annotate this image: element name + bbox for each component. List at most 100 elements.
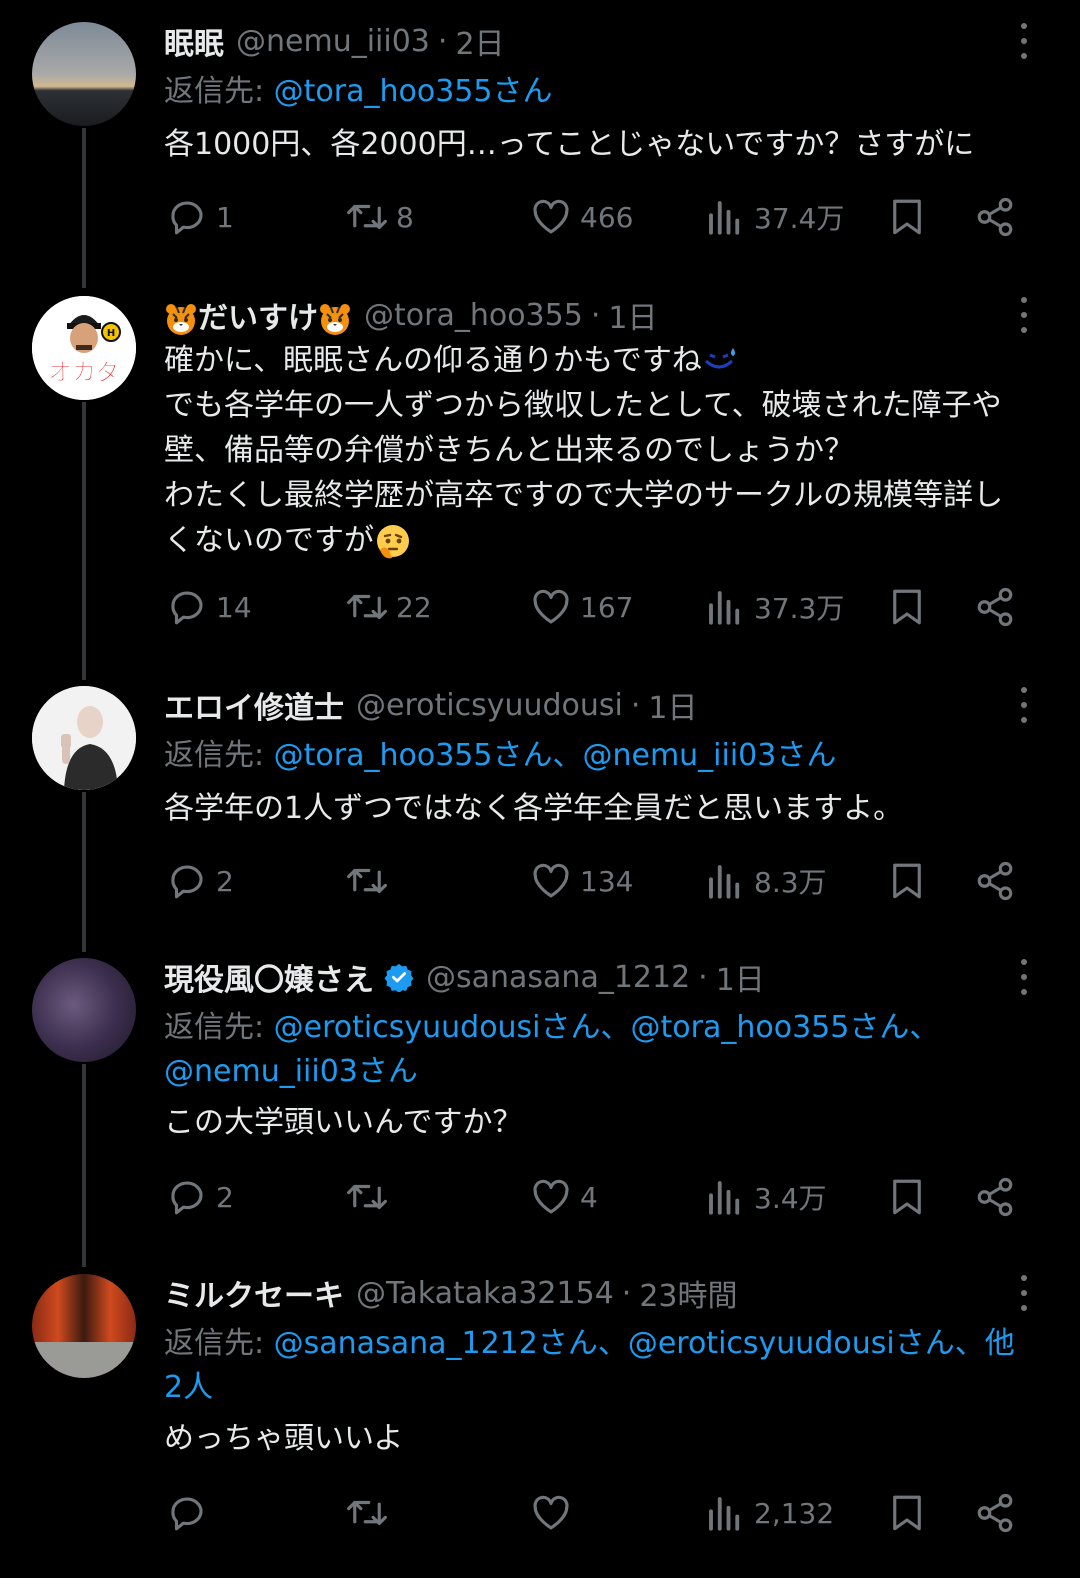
- retweet-button[interactable]: [346, 1172, 396, 1222]
- reply-prefix: 返信先:: [164, 74, 274, 109]
- timestamp[interactable]: 1日: [608, 293, 657, 337]
- views-chart-icon: [709, 201, 740, 235]
- like-button[interactable]: 134: [530, 856, 633, 906]
- like-button[interactable]: [530, 1488, 580, 1538]
- reply-prefix: 返信先:: [164, 1010, 274, 1045]
- retweet-button[interactable]: [346, 856, 396, 906]
- timestamp[interactable]: 2日: [455, 19, 504, 63]
- bookmark-button[interactable]: [886, 582, 928, 632]
- avatar[interactable]: H オカダ: [32, 296, 136, 400]
- tweet-text: 各1000円、各2000円…ってことじゃないですか？さすがに: [164, 122, 1044, 167]
- reply-button[interactable]: 2: [166, 856, 234, 906]
- reply-button[interactable]: 14: [166, 582, 252, 632]
- retweet-button[interactable]: 8: [346, 192, 414, 242]
- reply-mention-link[interactable]: @tora_hoo355さん: [274, 74, 553, 109]
- reply-mention-link[interactable]: @nemu_iii03さん: [164, 1054, 418, 1089]
- views-button[interactable]: 2,132: [704, 1488, 834, 1538]
- display-name[interactable]: だいすけ: [164, 293, 352, 337]
- reply-icon: [171, 1181, 203, 1215]
- action-bar: 2 134 8.3万: [0, 856, 1080, 906]
- share-button[interactable]: [974, 856, 1016, 906]
- reply-to: 返信先: @tora_hoo355さん、@nemu_iii03さん: [164, 734, 1044, 778]
- timestamp[interactable]: 1日: [648, 683, 697, 727]
- tweet-header: エロイ修道士 @eroticsyuudousi · 1日: [164, 680, 698, 730]
- tweet[interactable]: 眠眠 @nemu_iii03 · 2日 返信先: @tora_hoo355さん …: [0, 16, 1080, 256]
- views-chart-icon: [709, 1497, 740, 1531]
- retweet-count: 8: [396, 200, 414, 234]
- reply-count: 14: [216, 590, 252, 624]
- reply-mention-link[interactable]: @tora_hoo355さん、@nemu_iii03さん: [274, 738, 837, 773]
- tweet-text-line: でも各学年の一人ずつから徴収したとして、破壊された障子や: [164, 388, 1002, 423]
- display-name[interactable]: ミルクセーキ: [164, 1271, 344, 1315]
- bookmark-button[interactable]: [886, 856, 928, 906]
- avatar[interactable]: [32, 958, 136, 1062]
- bookmark-icon: [893, 1495, 921, 1531]
- reply-count: 2: [216, 1180, 234, 1214]
- sweat-smile-emoji-icon: [704, 347, 735, 368]
- tweet-header: 眠眠 @nemu_iii03 · 2日: [164, 16, 505, 66]
- tweet-text: めっちゃ頭いいよ: [164, 1416, 1044, 1461]
- timestamp[interactable]: 1日: [716, 955, 765, 999]
- heart-icon: [533, 199, 569, 234]
- tweet-text-line: 確かに、眠眠さんの仰る通りかもですね: [164, 338, 1044, 383]
- retweet-button[interactable]: [346, 1488, 396, 1538]
- share-button[interactable]: [974, 192, 1016, 242]
- share-button[interactable]: [974, 582, 1016, 632]
- avatar[interactable]: [32, 22, 136, 126]
- share-button[interactable]: [974, 1488, 1016, 1538]
- more-options-icon[interactable]: [1014, 1270, 1034, 1316]
- share-button[interactable]: [974, 1172, 1016, 1222]
- user-handle[interactable]: @nemu_iii03: [236, 24, 430, 59]
- retweet-count: 22: [396, 590, 432, 624]
- reply-button[interactable]: [166, 1488, 216, 1538]
- tweet[interactable]: ミルクセーキ @Takataka32154 · 23時間 返信先: @sanas…: [0, 1268, 1080, 1558]
- action-bar: 2 4 3.4万: [0, 1172, 1080, 1222]
- user-handle[interactable]: @tora_hoo355: [364, 298, 583, 333]
- reply-icon: [171, 591, 203, 625]
- reply-to: 返信先: @tora_hoo355さん: [164, 70, 1044, 114]
- reply-mention-link[interactable]: @eroticsyuudousiさん、@tora_hoo355さん、: [274, 1010, 940, 1045]
- user-handle[interactable]: @eroticsyuudousi: [356, 688, 623, 723]
- display-name[interactable]: 現役風〇嬢さえ: [164, 955, 374, 999]
- tweet[interactable]: H オカダ だいすけ @tora_hoo355 · 1日 確かに、眠眠さんの仰る…: [0, 290, 1080, 650]
- reply-mention-link[interactable]: 2人: [164, 1370, 213, 1405]
- bookmark-button[interactable]: [886, 1488, 928, 1538]
- more-options-icon[interactable]: [1014, 292, 1034, 338]
- bookmark-button[interactable]: [886, 192, 928, 242]
- avatar[interactable]: [32, 686, 136, 790]
- tweet[interactable]: エロイ修道士 @eroticsyuudousi · 1日 返信先: @tora_…: [0, 680, 1080, 920]
- bookmark-button[interactable]: [886, 1172, 928, 1222]
- reply-mention-link[interactable]: @sanasana_1212さん、@eroticsyuudousiさん、他: [274, 1326, 1015, 1361]
- share-icon: [977, 861, 1013, 901]
- tweet-text-line: 各1000円、各2000円…ってことじゃないですか？さすがに: [164, 127, 975, 162]
- user-handle[interactable]: @Takataka32154: [356, 1276, 614, 1311]
- views-chart-icon: [709, 591, 740, 625]
- tweet-text-line-content: 確かに、眠眠さんの仰る通りかもですね: [164, 343, 702, 378]
- like-button[interactable]: 167: [530, 582, 633, 632]
- reply-button[interactable]: 2: [166, 1172, 234, 1222]
- reply-icon: [171, 201, 203, 235]
- timestamp[interactable]: 23時間: [639, 1271, 737, 1315]
- tweet-text: この大学頭いいんですか？: [164, 1100, 1044, 1145]
- heart-icon: [533, 1495, 569, 1530]
- retweet-button[interactable]: 22: [346, 582, 432, 632]
- like-button[interactable]: 466: [530, 192, 633, 242]
- views-button[interactable]: 37.3万: [704, 582, 844, 632]
- views-button[interactable]: 3.4万: [704, 1172, 827, 1222]
- reply-button[interactable]: 1: [166, 192, 234, 242]
- avatar[interactable]: [32, 1274, 136, 1378]
- tweet-text-line: 壁、備品等の弁償がきちんと出来るのでしょうか？: [164, 433, 854, 468]
- avatar-text: オカダ: [48, 358, 120, 386]
- display-name[interactable]: エロイ修道士: [164, 683, 344, 727]
- user-handle[interactable]: @sanasana_1212: [426, 960, 690, 995]
- views-button[interactable]: 37.4万: [704, 192, 844, 242]
- reply-prefix: 返信先:: [164, 1326, 274, 1361]
- display-name[interactable]: 眠眠: [164, 19, 224, 63]
- reply-icon: [171, 865, 203, 899]
- tweet[interactable]: 現役風〇嬢さえ @sanasana_1212 · 1日 返信先: @erotic…: [0, 952, 1080, 1232]
- more-options-icon[interactable]: [1014, 682, 1034, 728]
- more-options-icon[interactable]: [1014, 18, 1034, 64]
- like-button[interactable]: 4: [530, 1172, 598, 1222]
- more-options-icon[interactable]: [1014, 954, 1034, 1000]
- views-button[interactable]: 8.3万: [704, 856, 827, 906]
